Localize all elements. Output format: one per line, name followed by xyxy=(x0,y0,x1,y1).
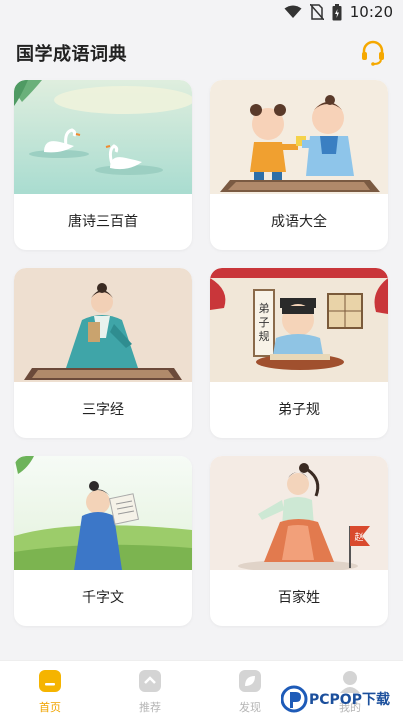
scroll-text: 弟 xyxy=(259,302,270,315)
card-illustration xyxy=(14,456,192,570)
status-time: 10:20 xyxy=(349,3,393,21)
card-illustration: 赵 xyxy=(210,456,388,570)
card-illustration xyxy=(14,268,192,382)
status-bar: 10:20 xyxy=(0,0,403,26)
tab-home[interactable]: 首页 xyxy=(0,661,100,721)
card-label: 成语大全 xyxy=(271,214,327,230)
children-illustration xyxy=(210,80,388,194)
writing-child-illustration: 弟 子 规 xyxy=(210,268,388,382)
reading-scholar-illustration xyxy=(14,456,192,570)
swans-illustration xyxy=(14,80,192,194)
wifi-icon xyxy=(284,5,302,18)
svg-text:子: 子 xyxy=(259,316,270,329)
home-icon xyxy=(39,670,61,692)
tab-label: 推荐 xyxy=(139,701,161,714)
customer-service-button[interactable] xyxy=(359,38,387,66)
book-card-dizigui[interactable]: 弟 子 规 弟子规 xyxy=(210,268,388,438)
card-label: 弟子规 xyxy=(278,402,320,418)
book-card-baijiaxing[interactable]: 赵 百家姓 xyxy=(210,456,388,626)
watermark: PCPOP下载 xyxy=(280,682,401,716)
card-illustration: 弟 子 规 xyxy=(210,268,388,382)
card-illustration xyxy=(210,80,388,194)
book-card-sanzijing[interactable]: 三字经 xyxy=(14,268,192,438)
card-illustration xyxy=(14,80,192,194)
card-label: 唐诗三百首 xyxy=(68,214,138,230)
tab-recommend[interactable]: 推荐 xyxy=(100,661,200,721)
discover-icon xyxy=(239,670,261,692)
girl-flag-illustration: 赵 xyxy=(210,456,388,570)
card-label: 三字经 xyxy=(82,402,124,418)
headset-icon xyxy=(362,40,384,66)
page-title: 国学成语词典 xyxy=(16,44,127,65)
card-label: 千字文 xyxy=(82,590,124,606)
book-card-chengyu[interactable]: 成语大全 xyxy=(210,80,388,250)
svg-text:规: 规 xyxy=(259,329,270,343)
scholar-illustration xyxy=(14,268,192,382)
card-label: 百家姓 xyxy=(278,590,320,606)
tab-label: 首页 xyxy=(39,701,61,714)
watermark-text: PCPOP下载 xyxy=(309,691,390,708)
book-card-tangshi[interactable]: 唐诗三百首 xyxy=(14,80,192,250)
recommend-icon xyxy=(139,670,161,692)
battery-icon xyxy=(332,3,342,20)
pcpop-logo-icon: PCPOP下载 xyxy=(280,685,390,713)
no-sim-icon xyxy=(309,4,324,20)
flag-character: 赵 xyxy=(354,531,363,543)
book-card-qianziwen[interactable]: 千字文 xyxy=(14,456,192,626)
